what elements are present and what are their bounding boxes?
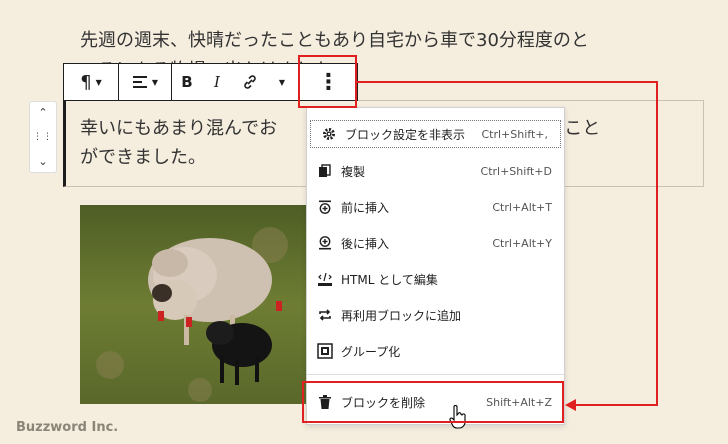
chevron-down-icon: ▼: [151, 77, 159, 87]
menu-item-label: 複製: [341, 164, 366, 179]
hand-cursor-icon: [449, 405, 466, 429]
insert-before-icon: [317, 199, 333, 215]
duplicate-icon: [317, 163, 333, 179]
footer-brand: Buzzword Inc.: [16, 420, 119, 435]
block-type-group: ¶ ▼: [64, 64, 119, 100]
link-button[interactable]: [232, 64, 268, 100]
menu-divider: [307, 374, 564, 375]
sheep-image: [80, 205, 308, 404]
paragraph-text-start: 幸いにもあまり混んでお: [80, 118, 278, 139]
more-rich-text-button[interactable]: ▼: [268, 64, 292, 100]
move-up-icon[interactable]: ⌃: [38, 106, 47, 119]
align-button[interactable]: ▼: [119, 64, 171, 100]
italic-button[interactable]: I: [202, 64, 232, 100]
block-mover: ⌃ ⋮⋮ ⌄: [29, 101, 57, 173]
trash-icon: [317, 394, 333, 410]
menu-item-group[interactable]: グループ化: [307, 337, 564, 365]
bold-button[interactable]: B: [172, 64, 202, 100]
gear-icon: [321, 126, 337, 142]
sheep-photo[interactable]: [80, 205, 308, 404]
menu-item-shortcut: Ctrl+Shift+D: [480, 164, 552, 178]
menu-item-label: 再利用ブロックに追加: [341, 308, 462, 323]
align-group: ▼: [119, 64, 172, 100]
menu-item-label: 前に挿入: [341, 200, 390, 215]
block-options-menu: ブロック設定を非表示 Ctrl+Shift+, 複製 Ctrl+Shift+D …: [306, 107, 565, 425]
align-left-icon: [132, 76, 147, 88]
group-icon: [317, 343, 333, 359]
drag-handle-icon[interactable]: ⋮⋮: [33, 132, 53, 142]
move-down-icon[interactable]: ⌄: [38, 155, 47, 168]
menu-item-hide-block-settings[interactable]: ブロック設定を非表示 Ctrl+Shift+,: [310, 120, 561, 148]
menu-item-shortcut: Ctrl+Shift+,: [481, 127, 548, 141]
paragraph-line[interactable]: 先週の週末、快晴だったこともあり自宅から車で30分程度のと: [80, 26, 589, 56]
arrow-head-icon: [565, 399, 576, 411]
html-icon: [317, 271, 333, 287]
menu-item-insert-after[interactable]: 後に挿入 Ctrl+Alt+Y: [307, 229, 564, 257]
chevron-down-icon: ▼: [95, 77, 102, 87]
paragraph-line[interactable]: ができました。: [80, 143, 206, 173]
more-options-button[interactable]: ⋮: [300, 64, 357, 100]
menu-item-shortcut: Ctrl+Alt+T: [492, 200, 552, 214]
block-toolbar: ¶ ▼ ▼ B I ▼ ⋮: [63, 63, 358, 101]
menu-item-remove-block[interactable]: ブロックを削除 Shift+Alt+Z: [307, 388, 564, 416]
reusable-icon: [317, 307, 333, 323]
connector-line: [574, 404, 658, 406]
connector-line: [356, 81, 658, 83]
connector-line: [656, 81, 658, 406]
menu-item-add-to-reusable[interactable]: 再利用ブロックに追加: [307, 301, 564, 329]
more-vertical-icon: ⋮: [317, 69, 340, 95]
format-group: B I ▼: [172, 64, 300, 100]
paragraph-icon: ¶: [80, 71, 92, 93]
menu-item-edit-as-html[interactable]: HTML として編集: [307, 265, 564, 293]
chevron-down-icon: ▼: [278, 77, 286, 87]
menu-item-label: ブロック設定を非表示: [345, 127, 466, 142]
menu-item-label: HTML として編集: [341, 272, 438, 287]
insert-after-icon: [317, 235, 333, 251]
menu-item-shortcut: Ctrl+Alt+Y: [492, 236, 552, 250]
menu-item-duplicate[interactable]: 複製 Ctrl+Shift+D: [307, 157, 564, 185]
menu-item-label: 後に挿入: [341, 236, 390, 251]
paragraph-type-button[interactable]: ¶ ▼: [64, 64, 118, 100]
menu-item-label: グループ化: [341, 344, 401, 359]
menu-item-shortcut: Shift+Alt+Z: [486, 395, 552, 409]
menu-item-insert-before[interactable]: 前に挿入 Ctrl+Alt+T: [307, 193, 564, 221]
link-icon: [244, 75, 256, 89]
